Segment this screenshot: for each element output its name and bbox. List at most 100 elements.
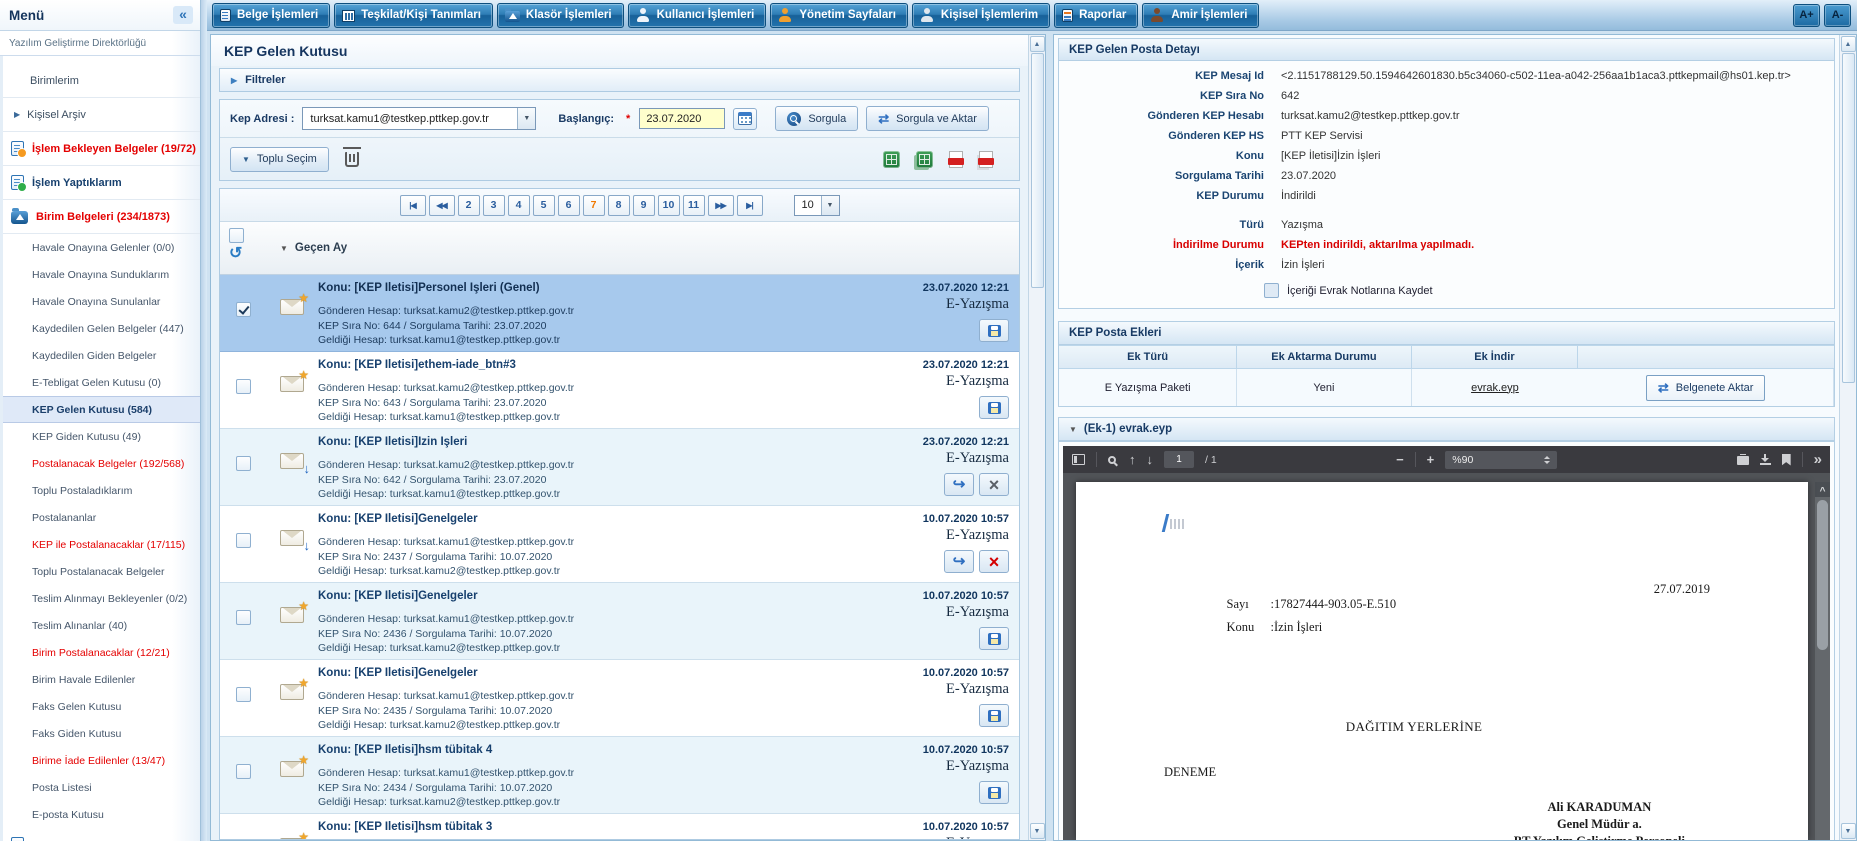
sidebar-menu-item[interactable]: ▶ Faks Giden Kutusu bbox=[3, 720, 200, 747]
row-checkbox[interactable] bbox=[236, 302, 251, 317]
prev-page-button[interactable]: ◀◀ bbox=[429, 195, 455, 216]
middle-scrollbar[interactable]: ▲ ▼ bbox=[1028, 35, 1045, 840]
nav-tab[interactable]: Kullanıcı İşlemleri bbox=[628, 3, 767, 28]
pdf-page-down-icon[interactable]: ↓ bbox=[1147, 453, 1154, 466]
scroll-thumb[interactable] bbox=[1842, 53, 1855, 383]
message-row[interactable]: ★ Konu: [KEP İletisi]hsm tübitak 3 bbox=[220, 814, 1019, 839]
message-row[interactable]: ★ Konu: [KEP İletisi]hsm tübitak 4 Gönde… bbox=[220, 737, 1019, 814]
select-all-checkbox[interactable] bbox=[229, 228, 244, 243]
retry-transfer-button[interactable]: ↪ bbox=[944, 550, 974, 573]
page-number-button[interactable]: 4 bbox=[508, 195, 530, 216]
message-row[interactable]: ★ Konu: [KEP İletisi]Personel İşleri (Ge… bbox=[220, 275, 1019, 352]
save-button[interactable] bbox=[979, 319, 1009, 342]
sidebar-menu-item[interactable]: ▶ Birim Belgeleri (234/1873) bbox=[3, 200, 200, 234]
sidebar-menu-item[interactable]: ▶ İşlem Yaptıklarım bbox=[3, 166, 200, 200]
message-row[interactable]: ★ Konu: [KEP İletisi]ethem-iade_btn#3 Gö… bbox=[220, 352, 1019, 429]
sidebar-menu-item[interactable]: ▶ KEP Giden Kutusu (49) bbox=[3, 423, 200, 450]
attachment-file-link[interactable]: evrak.eyp bbox=[1471, 382, 1519, 394]
nav-tab[interactable]: Yönetim Sayfaları bbox=[770, 3, 908, 28]
right-scrollbar[interactable]: ▲ ▼ bbox=[1839, 35, 1856, 840]
download-icon[interactable] bbox=[1760, 454, 1771, 465]
row-checkbox[interactable] bbox=[236, 687, 251, 702]
row-checkbox[interactable] bbox=[236, 533, 251, 548]
sidebar-menu-item[interactable]: ▶ Kişisel Arşiv bbox=[3, 98, 200, 132]
pdf-zoom-in-icon[interactable]: + bbox=[1427, 453, 1435, 466]
sidebar-menu-item[interactable]: ▶ Posta Listesi bbox=[3, 774, 200, 801]
pdf-page-up-icon[interactable]: ↑ bbox=[1129, 453, 1136, 466]
nav-tab[interactable]: Kişisel İşlemlerim bbox=[912, 3, 1050, 28]
print-icon[interactable] bbox=[1737, 456, 1749, 465]
nav-tab[interactable]: Teşkilat/Kişi Tanımları bbox=[334, 3, 493, 28]
query-button[interactable]: Sorgula bbox=[775, 106, 858, 131]
pdf-page-input[interactable]: 1 bbox=[1164, 451, 1194, 468]
sidebar-menu-item[interactable]: ▶ Postalanacak Belgeler (192/568) bbox=[3, 450, 200, 477]
more-tools-icon[interactable]: » bbox=[1814, 451, 1821, 468]
history-icon[interactable]: ↺ bbox=[229, 246, 266, 262]
sidebar-menu-item[interactable]: ▶ E-Tebligat Gelen Kutusu (0) bbox=[3, 369, 200, 396]
collapse-sidebar-icon[interactable]: « bbox=[173, 6, 193, 24]
row-checkbox[interactable] bbox=[236, 610, 251, 625]
nav-tab[interactable]: Amir İşlemleri bbox=[1142, 3, 1259, 28]
page-number-button[interactable]: 3 bbox=[483, 195, 505, 216]
sidebar-menu-item[interactable]: ▶ Kaydedilen Giden Belgeler bbox=[3, 342, 200, 369]
nav-tab[interactable]: Klasör İşlemleri bbox=[497, 3, 624, 28]
message-row[interactable]: ★ Konu: [KEP İletisi]Genelgeler Gönderen… bbox=[220, 583, 1019, 660]
pdf-sidebar-toggle-icon[interactable] bbox=[1072, 454, 1085, 465]
kep-address-select[interactable]: turksat.kamu1@testkep.pttkep.gov.tr ▼ bbox=[302, 107, 536, 130]
sidebar-menu-item[interactable]: ▶ Havale Onayına Gelenler (0/0) bbox=[3, 234, 200, 261]
delete-button[interactable]: × bbox=[979, 550, 1009, 573]
row-checkbox[interactable] bbox=[236, 456, 251, 471]
page-number-button[interactable]: 5 bbox=[533, 195, 555, 216]
group-label-row[interactable]: ▼ Geçen Ay bbox=[266, 222, 347, 274]
pdf-zoom-select[interactable]: %90 bbox=[1445, 451, 1557, 469]
scroll-up-icon[interactable]: ▲ bbox=[1030, 36, 1045, 52]
scroll-thumb[interactable] bbox=[1031, 53, 1044, 288]
export-pdf-all-icon[interactable] bbox=[979, 151, 993, 168]
sidebar-menu-item[interactable]: ▶ Kaydedilen Gelen Belgeler (447) bbox=[3, 315, 200, 342]
delete-button[interactable]: × bbox=[979, 473, 1009, 496]
page-number-button[interactable]: 6 bbox=[558, 195, 580, 216]
nav-tab[interactable]: Raporlar bbox=[1054, 3, 1138, 28]
sidebar-menu-item[interactable]: ▶ Birim Postalanacaklar (12/21) bbox=[3, 639, 200, 666]
sidebar-menu-item[interactable]: ▶ Havale Onayına Sunduklarım bbox=[3, 261, 200, 288]
pdf-scroll-thumb[interactable] bbox=[1817, 500, 1828, 650]
first-page-button[interactable]: |◀ bbox=[400, 195, 426, 216]
row-checkbox[interactable] bbox=[236, 379, 251, 394]
export-pdf-icon[interactable] bbox=[949, 151, 963, 168]
message-row[interactable]: ↓ Konu: [KEP İletisi]İzin İşleri Göndere… bbox=[220, 429, 1019, 506]
sidebar-menu-item[interactable]: ▶ Faks Gelen Kutusu bbox=[3, 693, 200, 720]
nav-tab[interactable]: Belge İşlemleri bbox=[212, 3, 330, 28]
export-excel-all-icon[interactable] bbox=[916, 151, 933, 168]
sidebar-menu-item[interactable]: ▶ Toplu Postaladıklarım bbox=[3, 477, 200, 504]
sidebar-menu-item[interactable]: ▶ Birimlerim bbox=[3, 64, 200, 98]
message-row[interactable]: ↓ Konu: [KEP İletisi]Genelgeler Gönderen… bbox=[220, 506, 1019, 583]
viewer-header[interactable]: ▼ (Ek-1) evrak.eyp bbox=[1059, 418, 1834, 441]
save-button[interactable] bbox=[979, 781, 1009, 804]
last-page-button[interactable]: ▶| bbox=[737, 195, 763, 216]
trash-icon[interactable] bbox=[345, 152, 359, 167]
sidebar-menu-item[interactable]: ▶ E-posta Kutusu bbox=[3, 801, 200, 828]
page-size-select[interactable]: 10 ▼ bbox=[794, 195, 840, 216]
sidebar-menu-item[interactable]: ▶ KEP Gelen Kutusu (584) bbox=[3, 396, 200, 423]
filters-toggle[interactable]: ▶ Filtreler bbox=[219, 68, 1020, 92]
save-button[interactable] bbox=[979, 704, 1009, 727]
sidebar-menu-item[interactable]: ▶ Toplu Postalanacak Belgeler bbox=[3, 558, 200, 585]
retry-transfer-button[interactable]: ↪ bbox=[944, 473, 974, 496]
sidebar-menu-item[interactable]: ▶ Birime İade Edilenler (13/47) bbox=[3, 747, 200, 774]
page-number-button[interactable]: 8 bbox=[608, 195, 630, 216]
scroll-down-icon[interactable]: ▼ bbox=[1030, 823, 1045, 839]
pdf-scroll-up-icon[interactable]: ^ bbox=[1815, 482, 1830, 497]
transfer-to-document-button[interactable]: ⇄ Belgenete Aktar bbox=[1646, 375, 1766, 401]
page-number-button[interactable]: 10 bbox=[658, 195, 680, 216]
bulk-select-button[interactable]: ▼ Toplu Seçim bbox=[230, 147, 329, 172]
save-button[interactable] bbox=[979, 396, 1009, 419]
page-number-button[interactable]: 2 bbox=[458, 195, 480, 216]
pdf-zoom-out-icon[interactable]: − bbox=[1396, 453, 1404, 466]
sidebar-menu-item[interactable]: ▶ bbox=[3, 828, 200, 841]
pdf-search-icon[interactable] bbox=[1108, 456, 1116, 464]
start-date-input[interactable]: 23.07.2020 bbox=[639, 108, 725, 129]
bookmark-icon[interactable] bbox=[1782, 454, 1791, 466]
query-and-transfer-button[interactable]: ⇄ Sorgula ve Aktar bbox=[866, 106, 989, 131]
sidebar-menu-item[interactable]: ▶ Havale Onayına Sunulanlar bbox=[3, 288, 200, 315]
save-note-checkbox[interactable] bbox=[1264, 283, 1279, 298]
